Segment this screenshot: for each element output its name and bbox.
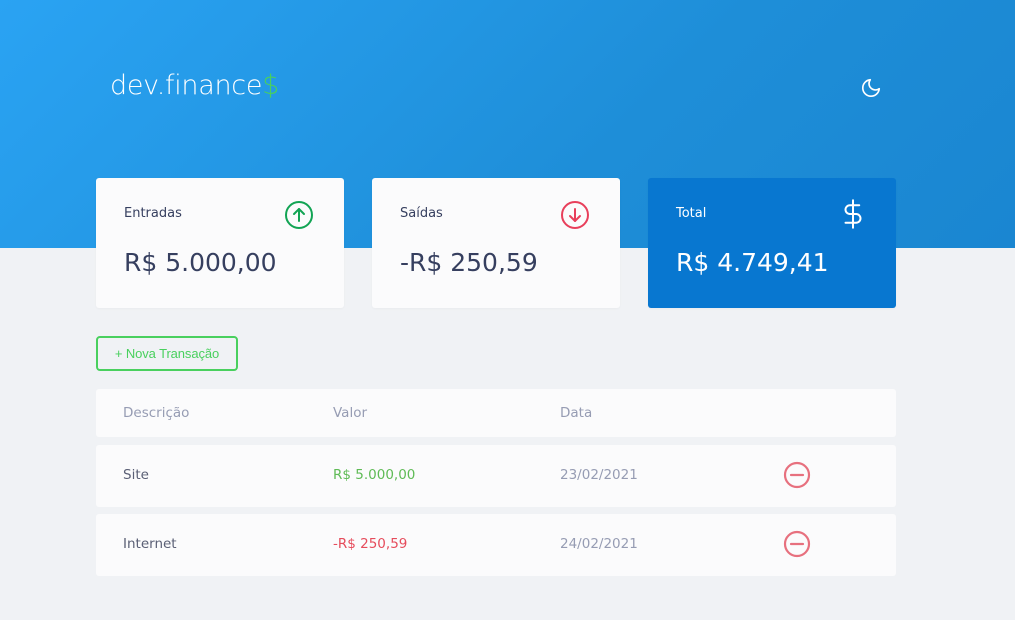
arrow-up-circle-icon bbox=[285, 201, 313, 229]
new-transaction-button[interactable]: + Nova Transação bbox=[96, 336, 238, 371]
remove-transaction-icon[interactable] bbox=[783, 530, 811, 558]
theme-toggle-button[interactable] bbox=[858, 75, 884, 101]
income-card: Entradas R$ 5.000,00 bbox=[96, 178, 344, 308]
row-description: Site bbox=[123, 467, 149, 483]
table-row: Site R$ 5.000,00 23/02/2021 bbox=[96, 445, 896, 507]
expense-card: Saídas -R$ 250,59 bbox=[372, 178, 620, 308]
dollar-sign-icon bbox=[844, 199, 862, 229]
header-date: Data bbox=[560, 405, 593, 421]
moon-icon bbox=[861, 78, 881, 98]
total-card: Total R$ 4.749,41 bbox=[648, 178, 896, 308]
header-description: Descrição bbox=[123, 405, 190, 421]
expense-value: -R$ 250,59 bbox=[400, 248, 538, 277]
row-amount: -R$ 250,59 bbox=[333, 536, 408, 552]
table-row: Internet -R$ 250,59 24/02/2021 bbox=[96, 514, 896, 576]
logo-text: dev.finance bbox=[110, 70, 263, 101]
total-value: R$ 4.749,41 bbox=[676, 248, 829, 277]
total-label: Total bbox=[676, 206, 707, 221]
table-header: Descrição Valor Data bbox=[96, 389, 896, 437]
income-value: R$ 5.000,00 bbox=[124, 248, 277, 277]
logo-dollar-symbol: $ bbox=[262, 70, 280, 101]
row-date: 23/02/2021 bbox=[560, 467, 638, 483]
expense-label: Saídas bbox=[400, 206, 443, 221]
arrow-down-circle-icon bbox=[561, 201, 589, 229]
app-logo: dev.finance$ bbox=[110, 70, 279, 101]
remove-transaction-icon[interactable] bbox=[783, 461, 811, 489]
header-amount: Valor bbox=[333, 405, 368, 421]
row-description: Internet bbox=[123, 536, 177, 552]
income-label: Entradas bbox=[124, 206, 182, 221]
row-date: 24/02/2021 bbox=[560, 536, 638, 552]
row-amount: R$ 5.000,00 bbox=[333, 467, 416, 483]
